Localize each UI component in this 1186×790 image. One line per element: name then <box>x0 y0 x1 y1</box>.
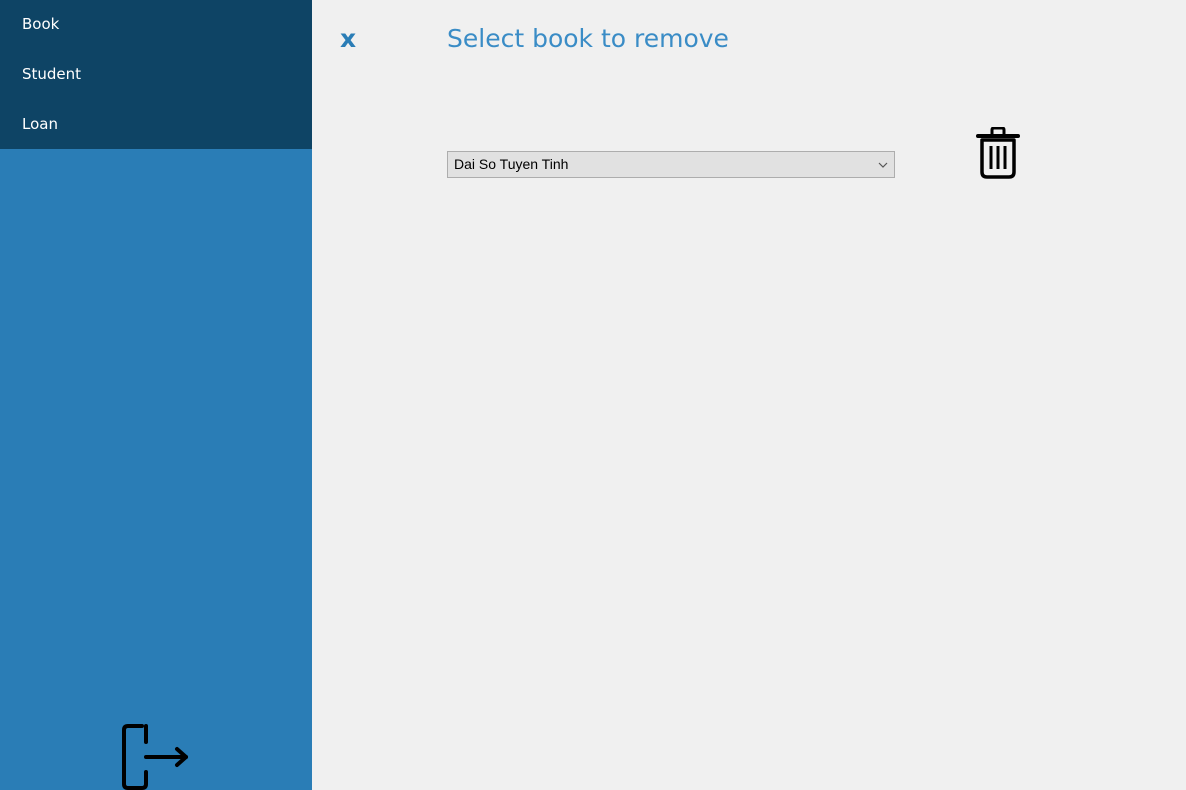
book-select-value: Dai So Tuyen Tinh <box>454 156 569 172</box>
logout-button[interactable] <box>120 722 190 790</box>
page-title: Select book to remove <box>447 24 729 53</box>
sidebar: Book Student Loan <box>0 0 312 790</box>
book-select[interactable]: Dai So Tuyen Tinh <box>447 151 895 178</box>
logout-icon <box>122 724 188 790</box>
sidebar-item-student[interactable]: Student <box>22 64 81 84</box>
close-button[interactable]: x <box>340 24 356 54</box>
sidebar-menu: Book Student Loan <box>0 0 312 149</box>
chevron-down-icon <box>878 162 888 168</box>
delete-book-button[interactable] <box>975 126 1021 179</box>
sidebar-item-loan[interactable]: Loan <box>22 114 58 134</box>
app-window: Book Student Loan x Select book to remov… <box>0 0 1186 790</box>
trash-icon <box>976 126 1020 179</box>
sidebar-item-book[interactable]: Book <box>22 14 59 34</box>
